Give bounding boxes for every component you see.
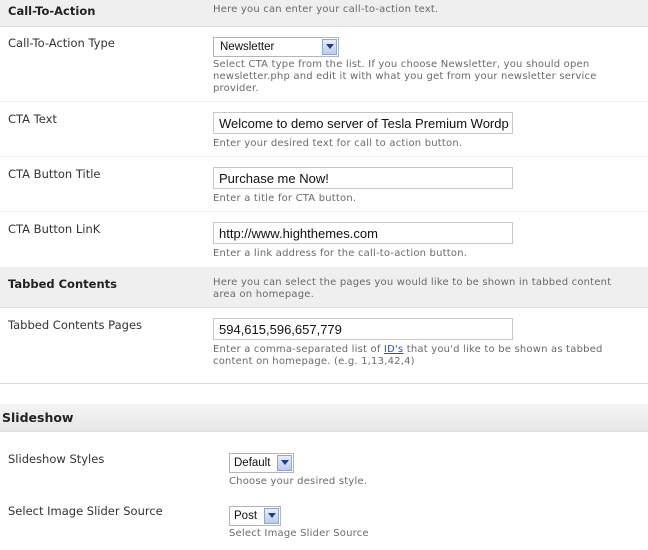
desc-text: that you'd like to be shown as tabbed — [403, 344, 603, 355]
tabbed-section-desc-1: Here you can select the pages you would … — [213, 277, 612, 288]
cta-button-title-desc: Enter a title for CTA button. — [213, 193, 357, 204]
slideshow-styles-label: Slideshow Styles — [8, 452, 105, 466]
ids-link[interactable]: ID's — [384, 344, 403, 355]
cta-type-desc-1: Select CTA type from the list. If you ch… — [213, 59, 590, 70]
slider-source-selected-value: Post — [234, 510, 258, 522]
slideshow-styles-desc: Choose your desired style. — [229, 476, 368, 487]
divider — [0, 383, 648, 384]
slider-source-desc: Select Image Slider Source — [229, 528, 369, 539]
tabbed-pages-label: Tabbed Contents Pages — [8, 318, 143, 332]
cta-type-desc-2: newsletter.php and edit it with what you… — [213, 71, 597, 82]
cta-text-input[interactable]: Welcome to demo server of Tesla Premium … — [213, 112, 513, 134]
cta-text-desc: Enter your desired text for call to acti… — [213, 138, 463, 149]
cta-text-label: CTA Text — [8, 112, 57, 126]
cta-type-selected-value: Newsletter — [220, 41, 275, 53]
slider-source-select[interactable]: Post — [229, 506, 281, 526]
chevron-down-icon[interactable] — [264, 508, 279, 524]
slideshow-styles-select[interactable]: Default — [229, 453, 294, 473]
cta-type-select[interactable]: Newsletter — [213, 37, 339, 57]
divider — [0, 101, 648, 102]
cta-button-link-input[interactable]: http://www.highthemes.com — [213, 222, 513, 244]
cta-type-label: Call-To-Action Type — [8, 36, 115, 50]
cta-button-title-label: CTA Button Title — [8, 167, 101, 181]
cta-section-title: Call-To-Action — [8, 4, 96, 18]
cta-button-title-input[interactable]: Purchase me Now! — [213, 167, 513, 189]
divider — [0, 431, 648, 432]
desc-text: Enter a comma-separated list of — [213, 344, 384, 355]
slideshow-section-header — [0, 404, 648, 431]
tabbed-pages-desc-2: content on homepage. (e.g. 1,13,42,4) — [213, 356, 415, 367]
divider — [0, 26, 648, 27]
divider — [0, 156, 648, 157]
slider-source-label: Select Image Slider Source — [8, 504, 163, 518]
divider — [0, 307, 648, 308]
tabbed-section-desc-2: area on homepage. — [213, 289, 315, 300]
chevron-down-icon[interactable] — [322, 39, 337, 55]
divider — [0, 211, 648, 212]
slideshow-styles-selected-value: Default — [234, 457, 271, 469]
cta-button-link-label: CTA Button LinK — [8, 222, 101, 236]
cta-type-desc-3: provider. — [213, 83, 259, 94]
cta-section-desc: Here you can enter your call-to-action t… — [213, 4, 439, 15]
slideshow-section-title: Slideshow — [2, 410, 74, 425]
tabbed-pages-desc-1: Enter a comma-separated list of ID's tha… — [213, 344, 603, 356]
cta-button-link-desc: Enter a link address for the call-to-act… — [213, 248, 468, 259]
chevron-down-icon[interactable] — [277, 455, 292, 471]
tabbed-pages-input[interactable]: 594,615,596,657,779 — [213, 318, 513, 340]
tabbed-section-title: Tabbed Contents — [8, 277, 117, 291]
